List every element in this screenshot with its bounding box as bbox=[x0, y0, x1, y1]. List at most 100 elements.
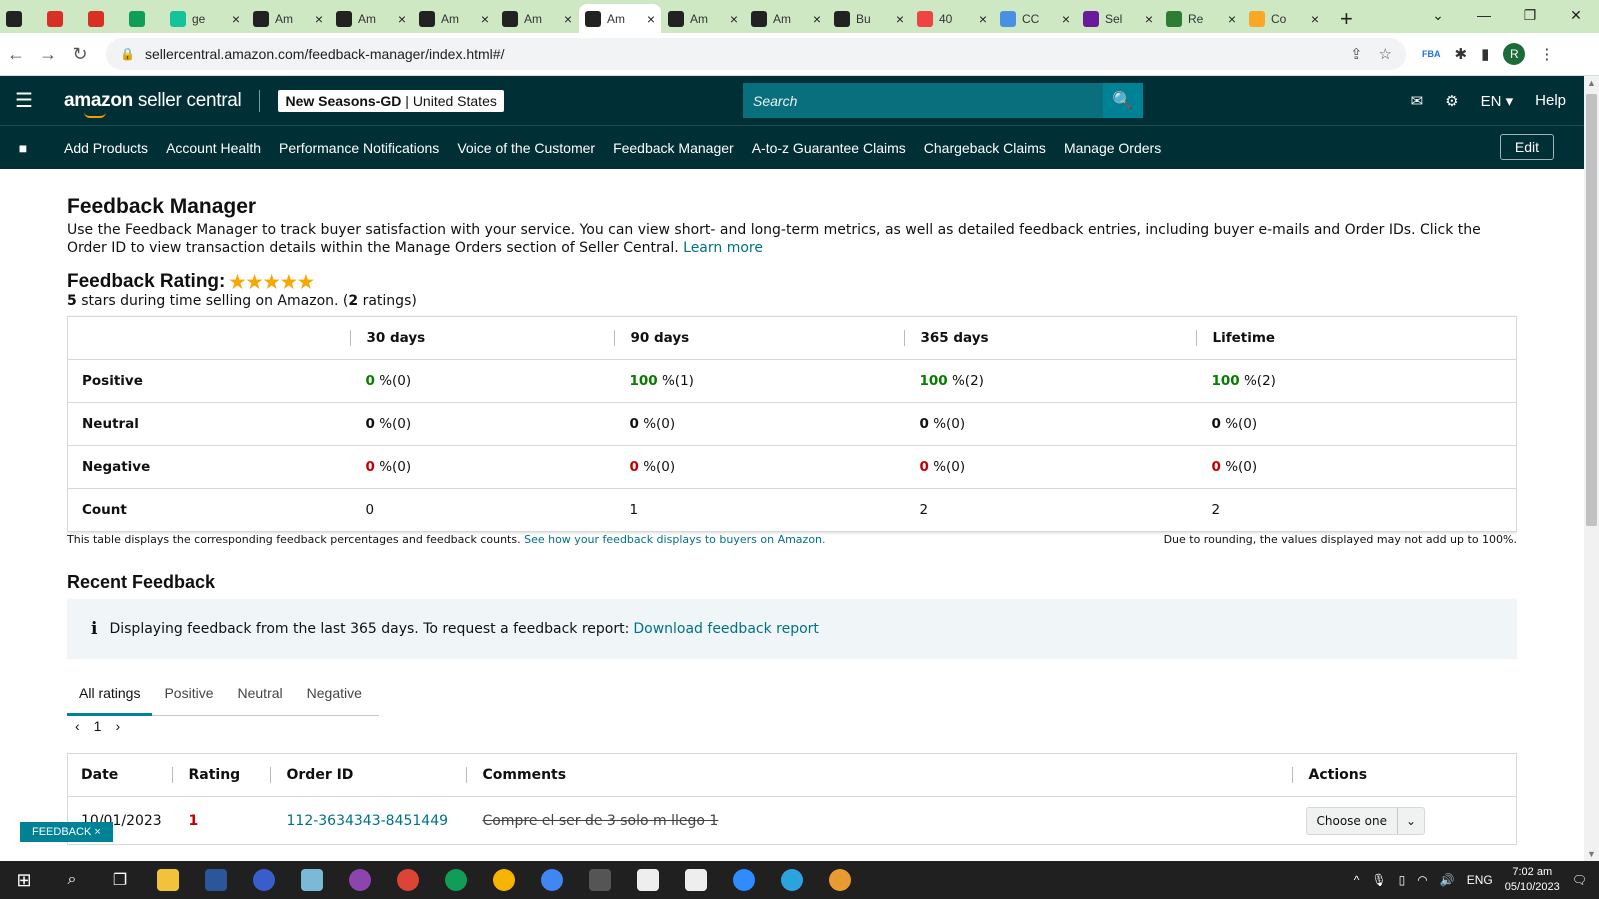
chrome-icon[interactable] bbox=[480, 861, 528, 899]
telegram-icon[interactable] bbox=[768, 861, 816, 899]
microphone-icon[interactable]: 🎙 bbox=[1371, 873, 1386, 887]
close-tab-icon[interactable]: × bbox=[564, 11, 572, 27]
actions-dropdown[interactable]: Choose one ⌄ bbox=[1305, 806, 1426, 835]
tab-neutral[interactable]: Neutral bbox=[226, 679, 295, 715]
taskbar-search-icon[interactable]: ⌕ bbox=[48, 861, 96, 899]
share-icon[interactable]: ⇪ bbox=[1350, 45, 1363, 63]
account-switcher[interactable]: New Seasons-GD | United States bbox=[278, 89, 504, 112]
mail-icon[interactable]: ✉ bbox=[1411, 92, 1424, 110]
order-id-link[interactable]: 112-3634343-8451449 bbox=[287, 813, 449, 829]
close-tab-icon[interactable]: × bbox=[315, 11, 323, 27]
app-chart-icon[interactable] bbox=[672, 861, 720, 899]
close-tab-icon[interactable]: × bbox=[813, 11, 821, 27]
new-tab-button[interactable]: + bbox=[1340, 4, 1353, 33]
page-scrollbar[interactable]: ▲ ▼ bbox=[1584, 76, 1599, 861]
browser-tab[interactable]: Bu × bbox=[828, 4, 910, 33]
browser-tab[interactable]: Am × bbox=[330, 4, 412, 33]
reload-icon[interactable]: ↻ bbox=[64, 44, 96, 65]
side-panel-icon[interactable]: ▮ bbox=[1481, 45, 1489, 63]
gear-icon[interactable]: ⚙ bbox=[1445, 92, 1458, 110]
close-tab-icon[interactable]: × bbox=[1145, 11, 1153, 27]
forward-icon[interactable]: → bbox=[32, 44, 64, 65]
url-field[interactable]: 🔒 sellercentral.amazon.com/feedback-mana… bbox=[106, 38, 1406, 70]
close-tab-icon[interactable]: × bbox=[1062, 11, 1070, 27]
close-tab-icon[interactable]: × bbox=[232, 11, 240, 27]
bookmark-star-icon[interactable]: ☆ bbox=[1379, 45, 1392, 63]
tab-negative[interactable]: Negative bbox=[295, 679, 374, 715]
tab-search-icon[interactable]: ⌄ bbox=[1415, 7, 1461, 24]
learn-more-link[interactable]: Learn more bbox=[683, 240, 763, 256]
close-tab-icon[interactable]: × bbox=[481, 11, 489, 27]
volume-icon[interactable]: 🔊 bbox=[1440, 873, 1455, 887]
search-button[interactable]: 🔍 bbox=[1103, 83, 1143, 118]
tab-all-ratings[interactable]: All ratings bbox=[67, 679, 153, 716]
back-icon[interactable]: ← bbox=[0, 44, 32, 65]
app-chart-icon[interactable] bbox=[624, 861, 672, 899]
browser-tab[interactable]: Am × bbox=[745, 4, 827, 33]
wifi-icon[interactable]: ◠ bbox=[1417, 873, 1427, 887]
browser-tab[interactable]: 40 × bbox=[911, 4, 993, 33]
browser-tab[interactable] bbox=[0, 4, 40, 33]
chevron-right-icon[interactable]: › bbox=[115, 718, 120, 734]
input-language[interactable]: ENG bbox=[1467, 873, 1493, 887]
browser-tab[interactable]: ge × bbox=[164, 4, 246, 33]
close-tab-icon[interactable]: × bbox=[647, 11, 655, 27]
notifications-icon[interactable]: 🗨 bbox=[1572, 873, 1587, 887]
browser-menu-icon[interactable]: ⋮ bbox=[1539, 45, 1554, 63]
clock[interactable]: 7:02 am 05/10/2023 bbox=[1505, 865, 1560, 895]
extensions-puzzle-icon[interactable]: ✱ bbox=[1455, 45, 1468, 63]
language-selector[interactable]: EN ▾ bbox=[1481, 92, 1514, 110]
task-view-icon[interactable]: ❐ bbox=[96, 861, 144, 899]
nav-link[interactable]: Chargeback Claims bbox=[924, 140, 1046, 156]
browser-tab[interactable]: Am × bbox=[413, 4, 495, 33]
calculator-icon[interactable] bbox=[576, 861, 624, 899]
chevron-left-icon[interactable]: ‹ bbox=[75, 718, 80, 734]
app-purple-icon[interactable] bbox=[336, 861, 384, 899]
browser-tab[interactable]: Am × bbox=[579, 4, 661, 33]
chrome-icon[interactable] bbox=[432, 861, 480, 899]
file-explorer-icon[interactable] bbox=[144, 861, 192, 899]
restore-icon[interactable]: ❐ bbox=[1507, 7, 1553, 24]
close-tab-icon[interactable]: × bbox=[730, 11, 738, 27]
browser-tab[interactable]: Re × bbox=[1160, 4, 1242, 33]
hamburger-menu-icon[interactable]: ☰ bbox=[0, 88, 48, 113]
tray-expand-icon[interactable]: ^ bbox=[1354, 873, 1360, 887]
app-notes-icon[interactable] bbox=[288, 861, 336, 899]
nav-link[interactable]: Performance Notifications bbox=[279, 140, 439, 156]
extension-fba-icon[interactable]: FBA bbox=[1422, 49, 1441, 59]
browser-tab[interactable]: Co × bbox=[1243, 4, 1325, 33]
nav-link[interactable]: Add Products bbox=[64, 140, 148, 156]
nav-link[interactable]: Account Health bbox=[166, 140, 261, 156]
nav-link[interactable]: Feedback Manager bbox=[613, 140, 734, 156]
chrome-icon[interactable] bbox=[384, 861, 432, 899]
browser-tab[interactable]: Am × bbox=[247, 4, 329, 33]
help-link[interactable]: Help bbox=[1535, 92, 1566, 109]
tab-positive[interactable]: Positive bbox=[152, 679, 225, 715]
nav-link[interactable]: A-to-z Guarantee Claims bbox=[752, 140, 906, 156]
nav-link[interactable]: Manage Orders bbox=[1064, 140, 1161, 156]
browser-tab[interactable]: Am × bbox=[496, 4, 578, 33]
feedback-widget-button[interactable]: FEEDBACK × bbox=[20, 822, 113, 842]
minimize-icon[interactable]: — bbox=[1461, 7, 1507, 23]
browser-tab[interactable] bbox=[123, 4, 163, 33]
edit-button[interactable]: Edit bbox=[1499, 134, 1554, 160]
browser-tab[interactable]: Sel × bbox=[1077, 4, 1159, 33]
close-tab-icon[interactable]: × bbox=[1311, 11, 1319, 27]
search-input[interactable] bbox=[743, 83, 1103, 118]
browser-tab[interactable]: Am × bbox=[662, 4, 744, 33]
app-shield-icon[interactable] bbox=[240, 861, 288, 899]
download-report-link[interactable]: Download feedback report bbox=[633, 621, 819, 637]
amazon-seller-central-logo[interactable]: amazon seller central bbox=[64, 90, 242, 118]
browser-tab[interactable] bbox=[82, 4, 122, 33]
feedback-display-link[interactable]: See how your feedback displays to buyers… bbox=[524, 533, 825, 546]
page-number[interactable]: 1 bbox=[94, 718, 102, 734]
nav-link[interactable]: Voice of the Customer bbox=[457, 140, 595, 156]
chrome-icon[interactable] bbox=[528, 861, 576, 899]
browser-tab[interactable]: CC × bbox=[994, 4, 1076, 33]
word-icon[interactable] bbox=[192, 861, 240, 899]
close-window-icon[interactable]: ✕ bbox=[1553, 7, 1599, 24]
app-face-icon[interactable] bbox=[816, 861, 864, 899]
battery-icon[interactable]: ▯ bbox=[1399, 873, 1406, 887]
bookmark-icon[interactable]: ■ bbox=[0, 140, 46, 156]
browser-tab[interactable] bbox=[41, 4, 81, 33]
